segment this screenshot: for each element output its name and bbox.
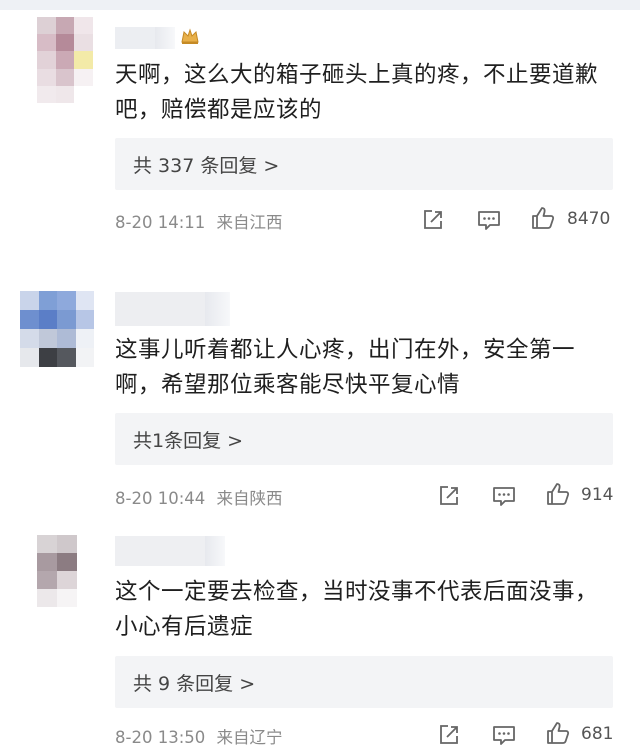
location: 来自陕西 xyxy=(216,489,283,508)
avatar[interactable] xyxy=(20,291,94,367)
comment-text: 这个一定要去检查，当时没事不代表后面没事，小心有后遗症 xyxy=(115,579,599,640)
comment-icon[interactable] xyxy=(491,483,517,509)
replies-label: 共 337 条回复 > xyxy=(133,155,280,177)
avatar[interactable] xyxy=(37,17,93,103)
like-count: 681 xyxy=(581,724,614,744)
comment-icon[interactable] xyxy=(476,207,502,233)
share-icon[interactable] xyxy=(436,483,462,509)
like-icon[interactable] xyxy=(545,720,571,746)
location: 来自辽宁 xyxy=(216,728,283,747)
avatar[interactable] xyxy=(37,535,77,607)
top-strip xyxy=(0,0,640,10)
replies-link[interactable]: 共1条回复 > xyxy=(115,413,613,465)
replies-label: 共 9 条回复 > xyxy=(133,673,256,695)
username-blurred[interactable] xyxy=(115,536,225,566)
comment-text: 天啊，这么大的箱子砸头上真的疼，不止要道歉吧，赔偿都是应该的 xyxy=(115,62,599,123)
location: 来自江西 xyxy=(216,213,283,232)
vip-badge-icon xyxy=(181,28,199,44)
comment-meta: 8-20 14:11 来自江西 xyxy=(115,209,283,233)
like-icon[interactable] xyxy=(545,481,571,507)
timestamp: 8-20 10:44 xyxy=(115,489,206,508)
timestamp: 8-20 14:11 xyxy=(115,213,206,232)
timestamp: 8-20 13:50 xyxy=(115,728,206,747)
comment-meta: 8-20 10:44 来自陕西 xyxy=(115,485,283,509)
replies-link[interactable]: 共 337 条回复 > xyxy=(115,138,613,190)
username-blurred[interactable] xyxy=(115,292,230,326)
comment-icon[interactable] xyxy=(491,722,517,748)
comment-meta: 8-20 13:50 来自辽宁 xyxy=(115,724,283,748)
replies-label: 共1条回复 > xyxy=(133,430,244,452)
share-icon[interactable] xyxy=(436,722,462,748)
replies-link[interactable]: 共 9 条回复 > xyxy=(115,656,613,708)
comment-text: 这事儿听着都让人心疼，出门在外，安全第一啊，希望那位乘客能尽快平复心情 xyxy=(115,337,576,398)
like-icon[interactable] xyxy=(530,205,556,231)
username-blurred[interactable] xyxy=(115,27,175,49)
like-count: 8470 xyxy=(567,209,611,229)
like-count: 914 xyxy=(581,485,614,505)
share-icon[interactable] xyxy=(420,207,446,233)
